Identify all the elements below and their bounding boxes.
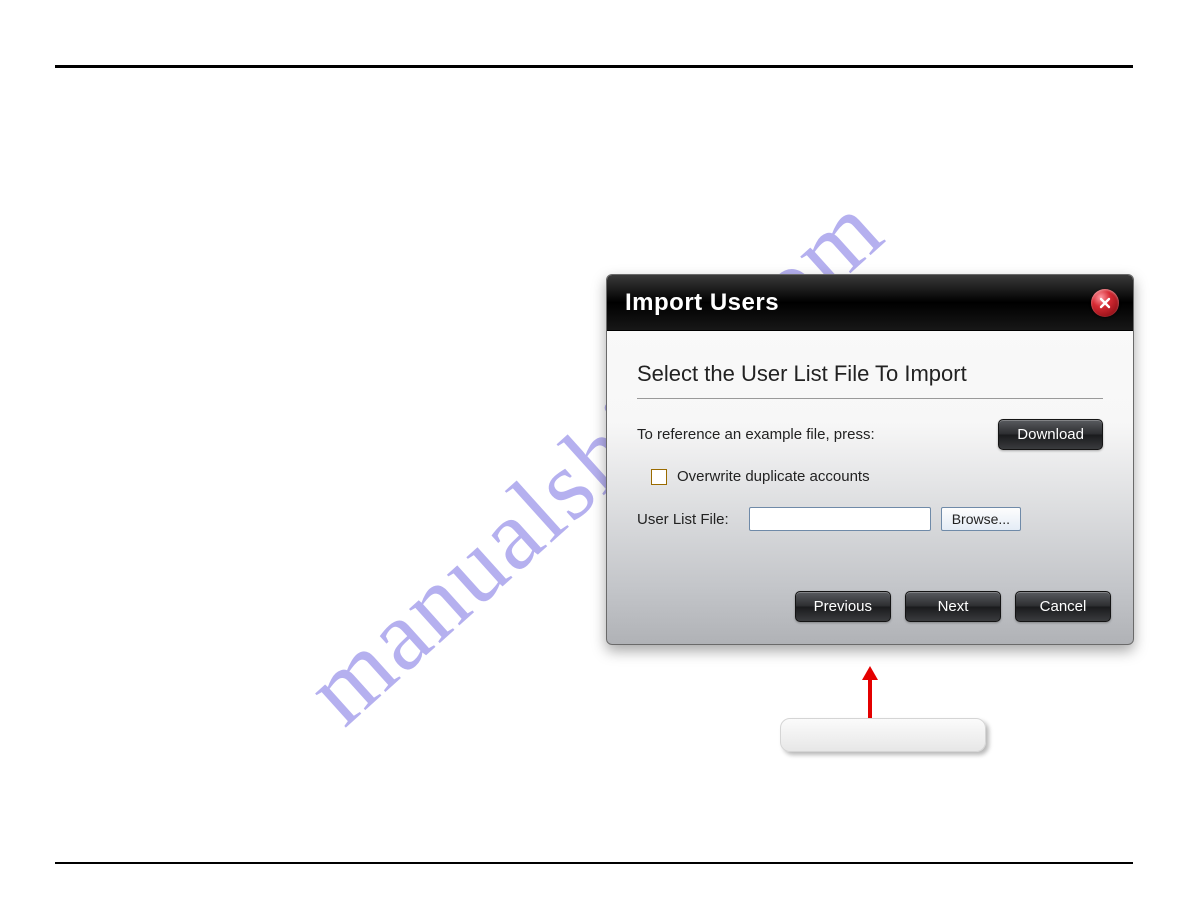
- overwrite-checkbox[interactable]: [651, 469, 667, 485]
- page-bottom-rule: [55, 862, 1133, 864]
- cancel-button[interactable]: Cancel: [1015, 591, 1111, 622]
- user-list-file-label: User List File:: [637, 511, 729, 528]
- download-button[interactable]: Download: [998, 419, 1103, 450]
- arrow-annotation: [868, 666, 872, 722]
- example-file-label: To reference an example file, press:: [637, 426, 875, 443]
- overwrite-label: Overwrite duplicate accounts: [677, 468, 870, 485]
- section-heading: Select the User List File To Import: [637, 361, 1103, 399]
- import-users-dialog: Import Users Select the User List File T…: [606, 274, 1134, 645]
- close-button[interactable]: [1091, 289, 1119, 317]
- dialog-footer: Previous Next Cancel: [607, 581, 1133, 644]
- example-file-row: To reference an example file, press: Dow…: [637, 419, 1103, 450]
- dialog-title: Import Users: [625, 289, 779, 317]
- user-list-file-input[interactable]: [749, 507, 931, 531]
- arrow-shaft: [868, 676, 872, 722]
- callout-box: [780, 718, 986, 752]
- browse-button[interactable]: Browse...: [941, 507, 1021, 531]
- page-top-rule: [55, 65, 1133, 68]
- arrow-head-icon: [862, 666, 878, 680]
- previous-button[interactable]: Previous: [795, 591, 891, 622]
- user-list-file-row: User List File: Browse...: [637, 507, 1103, 531]
- close-icon: [1098, 296, 1112, 310]
- next-button[interactable]: Next: [905, 591, 1001, 622]
- overwrite-row: Overwrite duplicate accounts: [651, 468, 1103, 485]
- dialog-body: Select the User List File To Import To r…: [607, 331, 1133, 581]
- dialog-header: Import Users: [607, 275, 1133, 331]
